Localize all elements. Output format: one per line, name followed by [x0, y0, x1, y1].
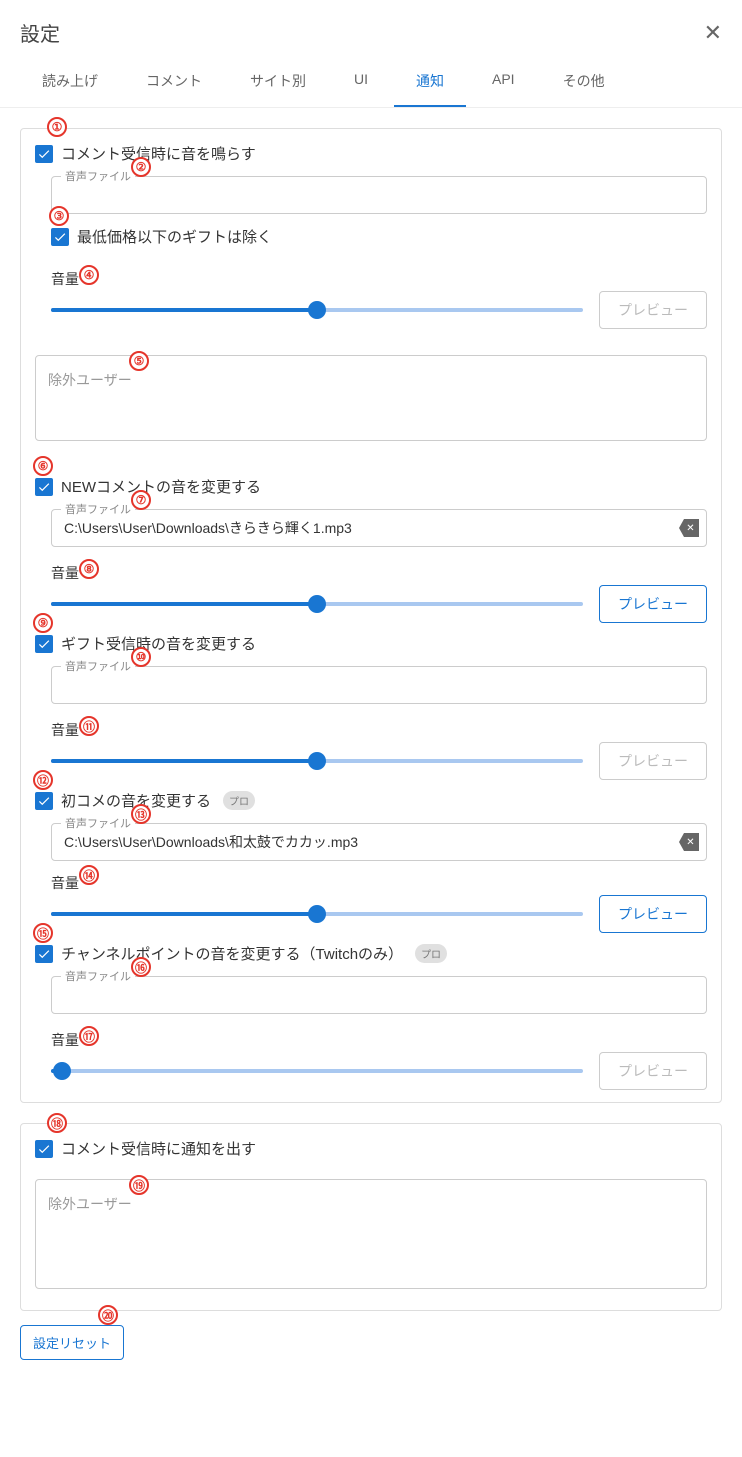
annotation-9: ⑨	[33, 613, 53, 633]
slider-volume-5[interactable]	[51, 1059, 583, 1083]
tab-other[interactable]: その他	[541, 59, 627, 107]
checkbox-exclude-low-gift[interactable]	[51, 228, 69, 246]
tab-site[interactable]: サイト別	[228, 59, 328, 107]
page-title: 設定	[20, 18, 60, 47]
panel-desktop-notify: ⑱ コメント受信時に通知を出す ⑲	[20, 1123, 722, 1311]
checkbox-first-comment-sound[interactable]	[35, 792, 53, 810]
slider-volume-3[interactable]	[51, 749, 583, 773]
checkbox-gift-sound[interactable]	[35, 635, 53, 653]
annotation-18: ⑱	[47, 1113, 67, 1133]
label-channel-point-sound: チャンネルポイントの音を変更する（Twitchのみ）	[61, 943, 403, 964]
reset-settings-button[interactable]: 設定リセット	[20, 1325, 124, 1360]
tab-comment[interactable]: コメント	[124, 59, 224, 107]
pro-badge-1: プロ	[223, 791, 255, 810]
pro-badge-2: プロ	[415, 944, 447, 963]
preview-button-2[interactable]: プレビュー	[599, 585, 707, 623]
field-label-audio-file-5: 音声ファイル	[61, 968, 135, 984]
field-label-audio-file-4: 音声ファイル	[61, 815, 135, 831]
label-volume-2: 音量	[51, 563, 707, 583]
checkbox-channel-point-sound[interactable]	[35, 945, 53, 963]
tabs: 読み上げ コメント サイト別 UI 通知 API その他	[0, 59, 742, 108]
textarea-exclude-users-2[interactable]	[35, 1179, 707, 1289]
label-first-comment-sound: 初コメの音を変更する	[61, 790, 211, 811]
input-audio-file-2[interactable]	[51, 509, 707, 547]
tab-api[interactable]: API	[470, 59, 537, 107]
label-sound-on-comment: コメント受信時に音を鳴らす	[61, 143, 256, 164]
label-volume-1: 音量	[51, 269, 707, 289]
slider-volume-4[interactable]	[51, 902, 583, 926]
annotation-15: ⑮	[33, 923, 53, 943]
preview-button-5[interactable]: プレビュー	[599, 1052, 707, 1090]
checkbox-notify-on-comment[interactable]	[35, 1140, 53, 1158]
input-audio-file-3[interactable]	[51, 666, 707, 704]
tab-notification[interactable]: 通知	[394, 59, 466, 107]
checkbox-new-comment-sound[interactable]	[35, 478, 53, 496]
field-label-audio-file-2: 音声ファイル	[61, 501, 135, 517]
slider-volume-1[interactable]	[51, 298, 583, 322]
close-icon[interactable]: ✕	[704, 22, 722, 44]
annotation-1: ①	[47, 117, 67, 137]
label-volume-3: 音量	[51, 720, 707, 740]
field-label-audio-file-3: 音声ファイル	[61, 658, 135, 674]
field-label-audio-file-1: 音声ファイル	[61, 168, 135, 184]
slider-volume-2[interactable]	[51, 592, 583, 616]
annotation-12: ⑫	[33, 770, 53, 790]
input-audio-file-5[interactable]	[51, 976, 707, 1014]
input-audio-file-4[interactable]	[51, 823, 707, 861]
input-audio-file-1[interactable]	[51, 176, 707, 214]
preview-button-3[interactable]: プレビュー	[599, 742, 707, 780]
label-exclude-low-gift: 最低価格以下のギフトは除く	[77, 226, 272, 247]
label-volume-5: 音量	[51, 1030, 707, 1050]
checkbox-sound-on-comment[interactable]	[35, 145, 53, 163]
label-new-comment-sound: NEWコメントの音を変更する	[61, 476, 261, 497]
textarea-exclude-users-1[interactable]	[35, 355, 707, 441]
tab-ui[interactable]: UI	[332, 59, 390, 107]
preview-button-4[interactable]: プレビュー	[599, 895, 707, 933]
panel-sound-notify: ① コメント受信時に音を鳴らす ② 音声ファイル ③ 最低価格以下のギフトは除く…	[20, 128, 722, 1103]
preview-button-1[interactable]: プレビュー	[599, 291, 707, 329]
label-notify-on-comment: コメント受信時に通知を出す	[61, 1138, 256, 1159]
label-volume-4: 音量	[51, 873, 707, 893]
tab-readout[interactable]: 読み上げ	[20, 59, 120, 107]
label-gift-sound: ギフト受信時の音を変更する	[61, 633, 256, 654]
